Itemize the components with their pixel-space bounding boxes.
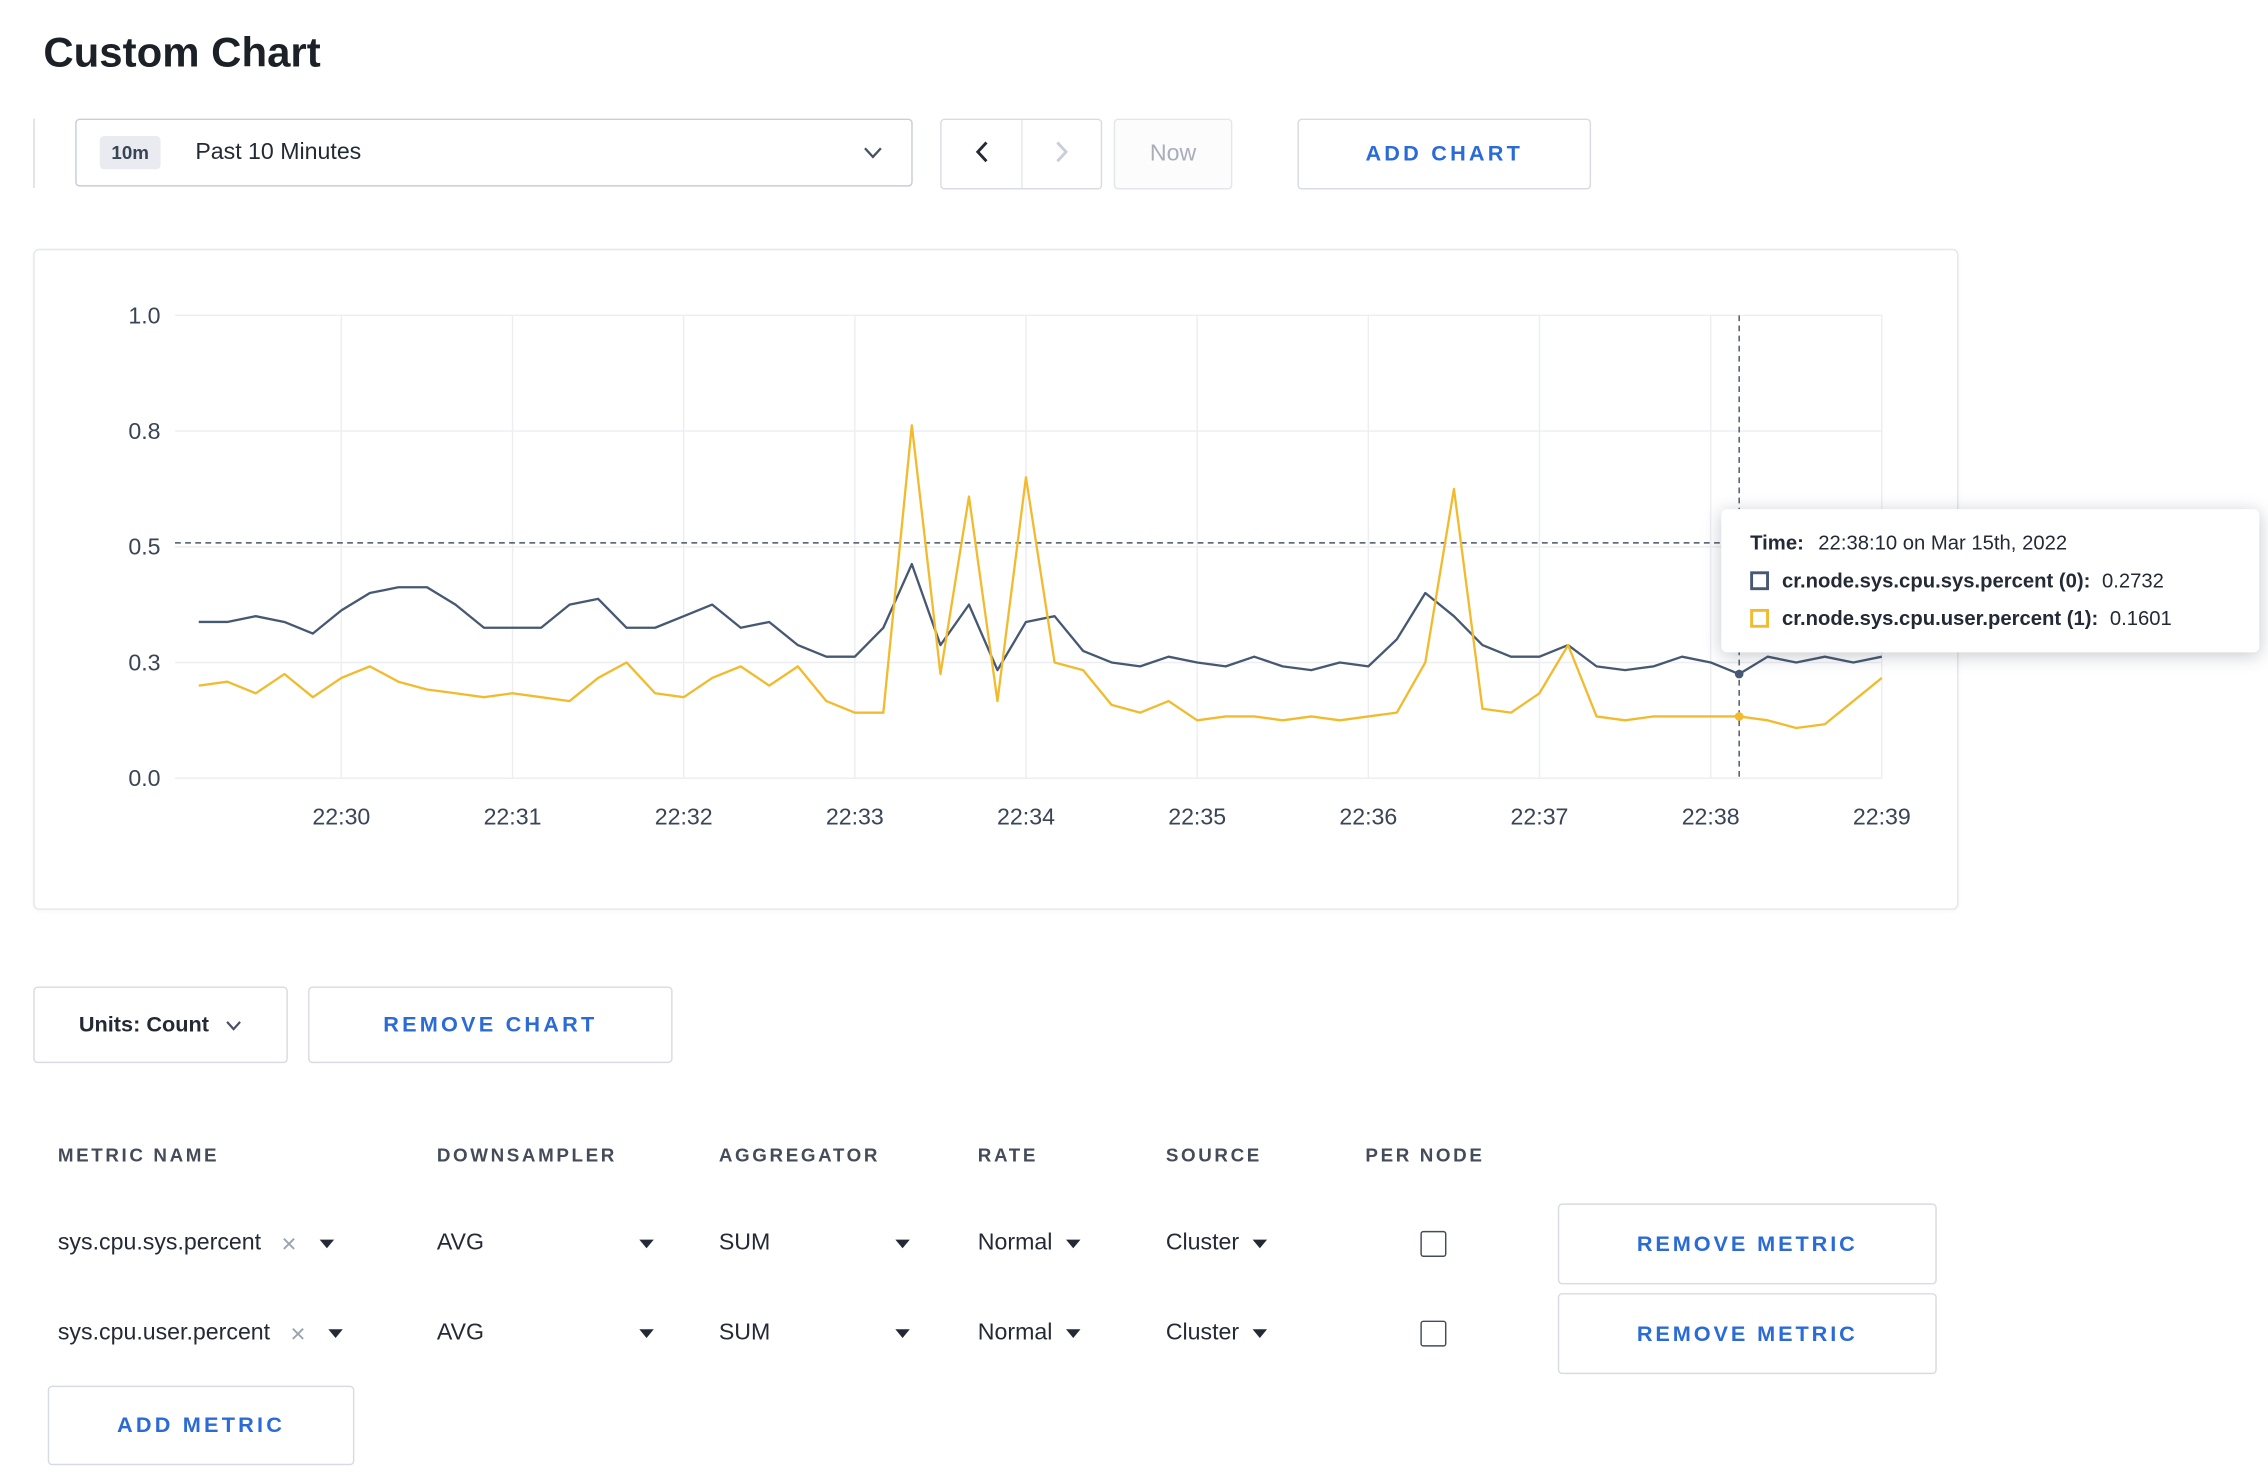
svg-text:0.0: 0.0: [128, 765, 160, 791]
caret-down-icon: [1252, 1329, 1267, 1338]
downsampler-select[interactable]: AVG: [437, 1231, 654, 1257]
tooltip-series-value: 0.1601: [2109, 606, 2172, 630]
caret-down-icon: [895, 1329, 910, 1338]
caret-down-icon: [639, 1329, 654, 1338]
clear-icon[interactable]: ×: [281, 1231, 296, 1257]
series-swatch-icon: [1750, 570, 1769, 590]
svg-text:22:31: 22:31: [484, 803, 542, 829]
header-per-node: PER NODE: [1365, 1143, 1485, 1166]
tooltip-time-value: 22:38:10 on Mar 15th, 2022: [1818, 530, 2068, 554]
svg-text:0.8: 0.8: [128, 418, 160, 444]
next-interval-button[interactable]: [1021, 120, 1101, 189]
rate-select[interactable]: Normal: [978, 1231, 1080, 1257]
aggregator-select[interactable]: SUM: [719, 1321, 910, 1347]
tooltip-series-label: cr.node.sys.cpu.sys.percent (0):: [1782, 568, 2091, 592]
header-rate: RATE: [977, 1143, 1038, 1166]
svg-text:22:33: 22:33: [826, 803, 884, 829]
add-metric-button[interactable]: ADD METRIC: [47, 1385, 355, 1466]
units-label: Units: Count: [78, 1012, 209, 1038]
svg-text:0.3: 0.3: [128, 649, 160, 675]
metric-row: sys.cpu.sys.percent × AVG SUM Normal Clu…: [33, 1203, 1955, 1285]
header-downsampler: DOWNSAMPLER: [436, 1143, 617, 1166]
svg-text:22:37: 22:37: [1511, 803, 1569, 829]
header-aggregator: AGGREGATOR: [718, 1143, 881, 1166]
caret-down-icon: [895, 1239, 910, 1249]
tooltip-series-row: cr.node.sys.cpu.user.percent (1): 0.1601: [1750, 606, 2230, 629]
caret-down-icon: [639, 1239, 654, 1249]
svg-text:22:34: 22:34: [997, 803, 1055, 829]
svg-text:1.0: 1.0: [128, 302, 160, 328]
tooltip-time-label: Time:: [1750, 530, 1804, 554]
aggregator-value: SUM: [718, 1320, 771, 1346]
metric-select[interactable]: sys.cpu.sys.percent ×: [57, 1230, 335, 1257]
source-select[interactable]: Cluster: [1166, 1321, 1267, 1347]
svg-text:22:35: 22:35: [1168, 803, 1226, 829]
metric-name: sys.cpu.sys.percent: [57, 1230, 262, 1256]
aggregator-value: SUM: [718, 1230, 771, 1256]
chevron-down-icon: [226, 1013, 242, 1038]
svg-text:22:32: 22:32: [655, 803, 713, 829]
metric-row: sys.cpu.user.percent × AVG SUM Normal Cl…: [33, 1293, 1955, 1375]
svg-text:22:36: 22:36: [1339, 803, 1397, 829]
toolbar-divider: [33, 118, 35, 189]
custom-chart-page: Custom Chart 10m Past 10 Minutes Now ADD…: [0, 0, 2268, 1478]
prev-interval-button[interactable]: [941, 120, 1022, 189]
metric-name: sys.cpu.user.percent: [57, 1320, 271, 1346]
series-swatch-icon: [1750, 608, 1769, 628]
rate-value: Normal: [977, 1320, 1053, 1346]
downsampler-value: AVG: [436, 1230, 484, 1256]
caret-down-icon: [1065, 1239, 1080, 1249]
metric-select[interactable]: sys.cpu.user.percent ×: [57, 1320, 344, 1347]
remove-metric-button[interactable]: REMOVE METRIC: [1557, 1203, 1937, 1285]
header-metric-name: METRIC NAME: [57, 1143, 220, 1166]
rate-select[interactable]: Normal: [978, 1321, 1080, 1347]
chevron-down-icon: [864, 146, 883, 159]
svg-text:0.5: 0.5: [128, 534, 160, 560]
units-select[interactable]: Units: Count: [33, 986, 288, 1064]
downsampler-value: AVG: [436, 1320, 484, 1346]
tooltip-series-label: cr.node.sys.cpu.user.percent (1):: [1782, 606, 2099, 630]
chevron-left-icon: [974, 140, 988, 167]
source-value: Cluster: [1165, 1320, 1240, 1346]
add-chart-button[interactable]: ADD CHART: [1297, 118, 1592, 190]
remove-chart-button[interactable]: REMOVE CHART: [308, 986, 673, 1064]
caret-down-icon: [1252, 1239, 1267, 1249]
now-button[interactable]: Now: [1113, 118, 1233, 190]
clear-icon[interactable]: ×: [290, 1321, 305, 1347]
aggregator-select[interactable]: SUM: [719, 1231, 910, 1257]
tooltip-series-value: 0.2732: [2101, 568, 2164, 592]
svg-text:22:38: 22:38: [1682, 803, 1740, 829]
metrics-table-header: METRIC NAME DOWNSAMPLER AGGREGATOR RATE …: [33, 1117, 1955, 1192]
source-select[interactable]: Cluster: [1166, 1231, 1267, 1257]
caret-down-icon: [1065, 1329, 1080, 1338]
time-window-select[interactable]: 10m Past 10 Minutes: [75, 118, 913, 187]
time-pager: [940, 118, 1103, 190]
tooltip-series-row: cr.node.sys.cpu.sys.percent (0): 0.2732: [1750, 568, 2230, 592]
caret-down-icon: [319, 1239, 335, 1249]
time-window-label: Past 10 Minutes: [195, 139, 362, 165]
chevron-right-icon: [1054, 140, 1068, 167]
time-window-badge: 10m: [99, 135, 161, 170]
caret-down-icon: [328, 1329, 344, 1338]
metrics-table: METRIC NAME DOWNSAMPLER AGGREGATOR RATE …: [33, 1116, 1956, 1383]
chart-tooltip: Time: 22:38:10 on Mar 15th, 2022 cr.node.…: [1721, 509, 2260, 653]
source-value: Cluster: [1165, 1230, 1240, 1256]
per-node-checkbox[interactable]: [1419, 1230, 1446, 1257]
per-node-checkbox[interactable]: [1419, 1320, 1446, 1347]
remove-metric-button[interactable]: REMOVE METRIC: [1557, 1293, 1937, 1375]
header-source: SOURCE: [1165, 1143, 1262, 1166]
svg-text:22:30: 22:30: [312, 803, 370, 829]
page-title: Custom Chart: [43, 30, 321, 78]
rate-value: Normal: [977, 1230, 1053, 1256]
chart-card: 0.0 0.3 0.5 0.8 1.0 22:30 22:31 22:32 22:33 22:34…: [33, 248, 1959, 910]
tooltip-time: Time: 22:38:10 on Mar 15th, 2022: [1750, 531, 2230, 554]
svg-text:22:39: 22:39: [1853, 803, 1911, 829]
downsampler-select[interactable]: AVG: [437, 1321, 654, 1347]
chart-canvas[interactable]: 0.0 0.3 0.5 0.8 1.0 22:30 22:31 22:32 22:33 22:34…: [35, 250, 1957, 908]
